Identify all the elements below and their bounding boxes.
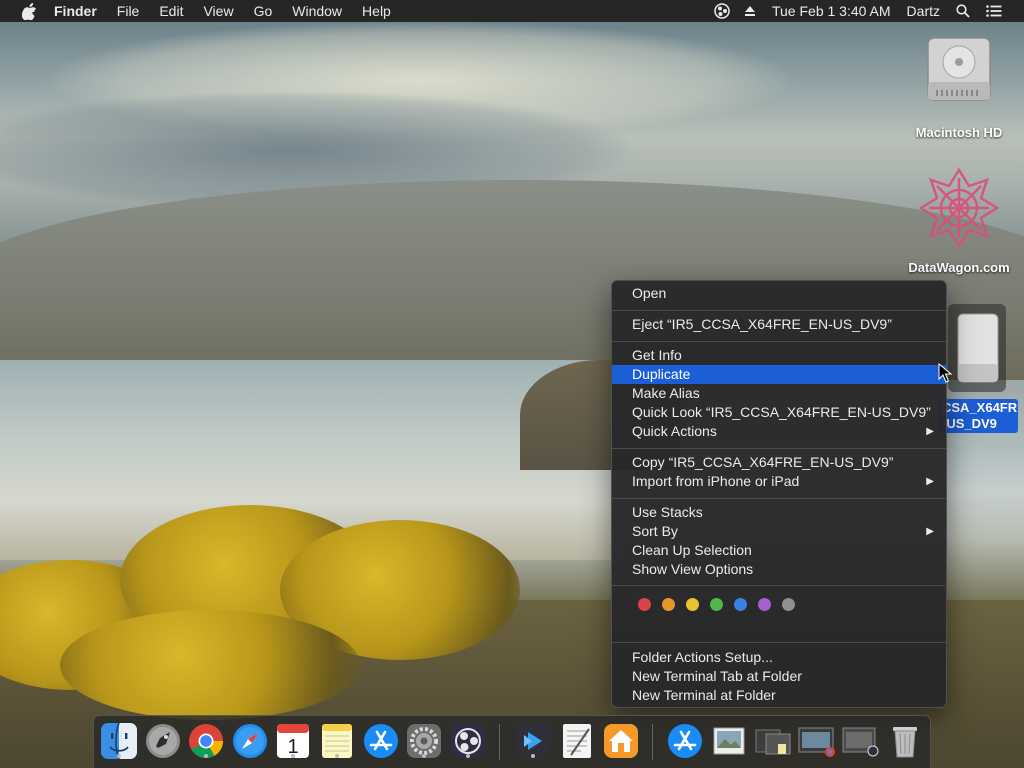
dock-chrome-icon[interactable] [187,722,225,760]
dock-trash-icon[interactable] [886,722,924,760]
dock-notes-icon[interactable] [318,722,356,760]
menu-item-clean-up[interactable]: Clean Up Selection [612,541,946,560]
menu-item-make-alias[interactable]: Make Alias [612,384,946,403]
dock-separator [499,724,500,760]
dock-calendar-icon[interactable]: 1 [274,722,312,760]
tag-red-icon[interactable] [638,598,651,611]
dock-app-store-icon[interactable] [362,722,400,760]
eject-icon[interactable] [744,5,756,17]
desktop-icon-label: Macintosh HD [915,125,1003,140]
dock-system-preferences-icon[interactable] [405,722,443,760]
running-indicator [117,754,121,758]
user-menu[interactable]: Dartz [907,0,940,22]
submenu-arrow-icon: ▶ [926,526,934,537]
menu-separator [612,341,946,342]
desktop-icon-label: DataWagon.com [908,260,1010,275]
running-indicator [204,754,208,758]
tag-green-icon[interactable] [710,598,723,611]
wallpaper-flowers [60,610,360,720]
running-indicator [466,754,470,758]
menu-item-open[interactable]: Open [612,284,946,303]
clock[interactable]: Tue Feb 1 3:40 AM [772,0,891,22]
menu-bar: Finder File Edit View Go Window Help Tue… [0,0,1024,22]
tag-gray-icon[interactable] [782,598,795,611]
context-menu: Open Eject “IR5_CCSA_X64FRE_EN-US_DV9” G… [611,280,947,708]
mouse-cursor-icon [938,362,953,383]
menu-item-folder-actions[interactable]: Folder Actions Setup... [612,648,946,667]
menu-item-label: Import from iPhone or iPad [632,473,800,489]
running-indicator [422,754,426,758]
dock: 1 [93,715,931,768]
apple-menu-icon[interactable] [20,2,38,20]
menu-item-quick-look[interactable]: Quick Look “IR5_CCSA_X64FRE_EN-US_DV9” [612,403,946,422]
spotlight-search-icon[interactable] [956,4,970,18]
dock-launchpad-icon[interactable] [144,722,182,760]
dock-home-icon[interactable] [602,722,640,760]
tag-yellow-icon[interactable] [686,598,699,611]
datawagon-logo-icon [917,166,1001,250]
menu-view[interactable]: View [203,0,233,22]
dvd-drive-icon[interactable] [954,312,1002,384]
desktop-icon-datawagon[interactable]: DataWagon.com [898,166,1020,275]
desktop-icon-macintosh-hd[interactable]: Macintosh HD [906,32,1012,140]
dock-finder-icon[interactable] [100,722,138,760]
dock-applications-stack-icon[interactable] [666,722,704,760]
menu-separator [612,642,946,643]
menu-item-new-terminal-tab[interactable]: New Terminal Tab at Folder [612,667,946,686]
desktop-icon-dvd-label[interactable]: CSA_X64FR -US_DV9 [938,399,1018,433]
notification-center-icon[interactable] [986,5,1002,17]
dock-screenshots-stack-icon[interactable] [798,722,836,760]
running-indicator [531,754,535,758]
menu-help[interactable]: Help [362,0,391,22]
menu-item-duplicate[interactable]: Duplicate [612,365,946,384]
menu-item-show-view-options[interactable]: Show View Options [612,560,946,579]
menu-separator [612,585,946,586]
tag-purple-icon[interactable] [758,598,771,611]
menu-item-import-iphone[interactable]: Import from iPhone or iPad ▶ [612,472,946,491]
dock-obs-icon[interactable] [449,722,487,760]
dock-documents-stack-icon[interactable] [754,722,792,760]
dock-video-player-icon[interactable] [514,722,552,760]
running-indicator [335,754,339,758]
menu-item-get-info[interactable]: Get Info [612,346,946,365]
menu-edit[interactable]: Edit [159,0,183,22]
menu-item-use-stacks[interactable]: Use Stacks [612,503,946,522]
menu-item-quick-actions[interactable]: Quick Actions ▶ [612,422,946,441]
tag-blue-icon[interactable] [734,598,747,611]
submenu-arrow-icon: ▶ [926,476,934,487]
menu-separator [612,498,946,499]
app-menu-finder[interactable]: Finder [54,0,97,22]
menu-item-copy[interactable]: Copy “IR5_CCSA_X64FRE_EN-US_DV9” [612,453,946,472]
menu-item-new-terminal[interactable]: New Terminal at Folder [612,686,946,705]
menu-separator [612,448,946,449]
menu-file[interactable]: File [117,0,140,22]
dock-downloads-stack-icon[interactable] [842,722,880,760]
tag-orange-icon[interactable] [662,598,675,611]
dock-separator [652,724,653,760]
menu-window[interactable]: Window [292,0,342,22]
menu-item-sort-by[interactable]: Sort By ▶ [612,522,946,541]
running-indicator [291,754,295,758]
menu-item-eject[interactable]: Eject “IR5_CCSA_X64FRE_EN-US_DV9” [612,315,946,334]
menu-item-label: Quick Actions [632,423,717,439]
menu-item-label: Sort By [632,523,678,539]
menu-separator [612,310,946,311]
dock-photos-stack-icon[interactable] [710,722,748,760]
dock-safari-icon[interactable] [231,722,269,760]
dock-textedit-icon[interactable] [558,722,596,760]
submenu-arrow-icon: ▶ [926,426,934,437]
obs-status-icon[interactable] [714,3,730,19]
menu-go[interactable]: Go [254,0,273,22]
hard-drive-icon [922,32,996,106]
